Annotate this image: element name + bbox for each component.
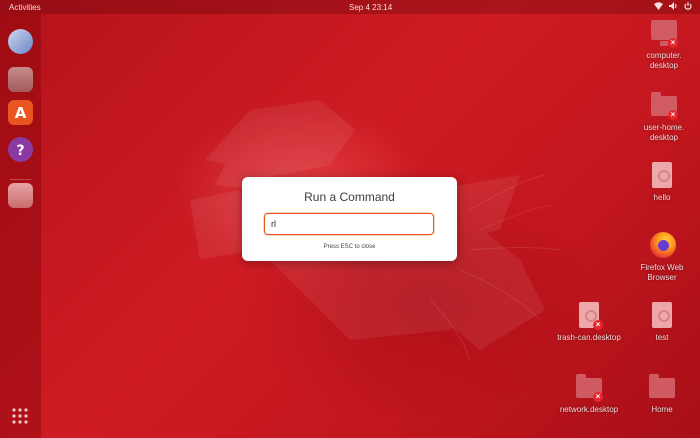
command-input[interactable] [265,214,433,234]
dialog-title: Run a Command [304,190,395,204]
dialog-hint: Press ESC to close [323,244,376,250]
run-command-dialog: Run a Command Press ESC to close [242,177,457,261]
command-field[interactable] [264,213,434,235]
dialog-overlay: Run a Command Press ESC to close [0,0,700,438]
